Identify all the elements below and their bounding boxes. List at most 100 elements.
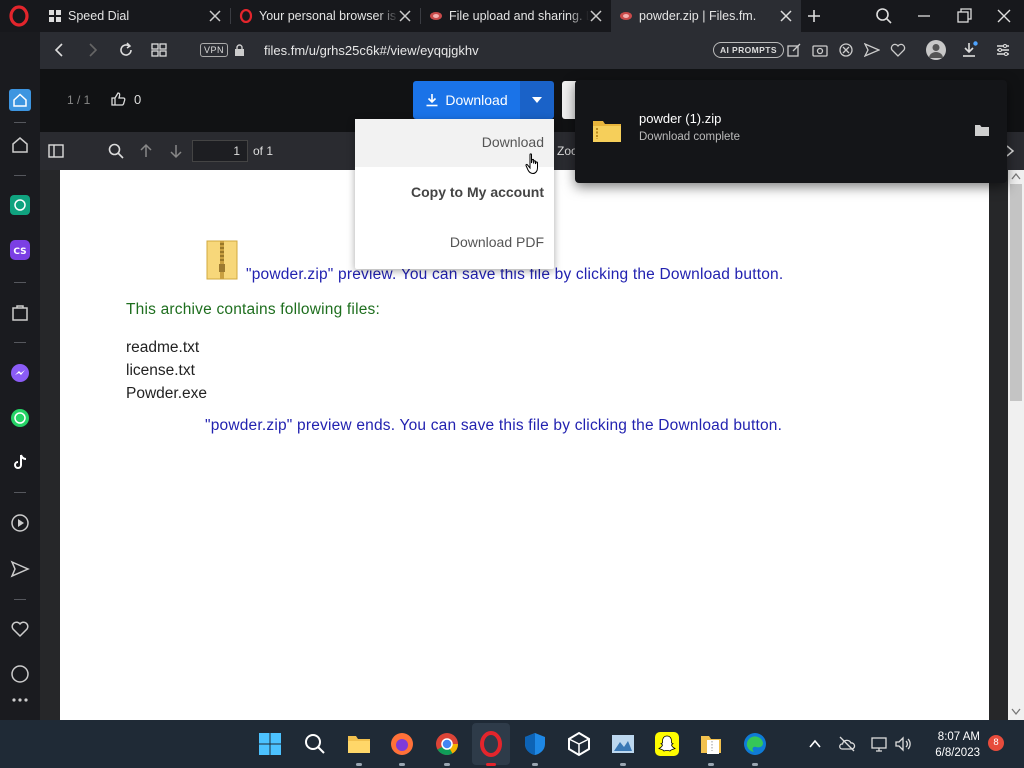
scroll-thumb[interactable] — [1010, 184, 1022, 401]
tab-powder-zip[interactable]: powder.zip | Files.fm. — [611, 0, 801, 32]
notification-badge[interactable]: 8 — [988, 735, 1004, 751]
more-options-icon[interactable] — [10, 690, 30, 710]
chatsonic-icon[interactable]: CS — [10, 240, 30, 260]
lock-icon[interactable] — [234, 44, 245, 57]
camera-icon[interactable] — [812, 42, 828, 58]
page-number-input[interactable]: 1 — [192, 140, 248, 162]
sidebar: CS — [0, 32, 40, 720]
sidebar-toggle-icon[interactable] — [47, 142, 65, 160]
history-icon[interactable] — [10, 664, 30, 684]
tab-label: Speed Dial — [68, 9, 130, 23]
archive-title: This archive contains following files: — [126, 301, 380, 318]
open-folder-icon[interactable] — [974, 123, 990, 137]
downloads-icon[interactable] — [960, 41, 978, 59]
tab-opera-personal-browser[interactable]: Your personal browser is a — [231, 0, 420, 32]
windows-taskbar: 8:07 AM 6/8/2023 8 — [0, 720, 1024, 768]
send-icon[interactable] — [864, 42, 880, 58]
search-icon[interactable] — [302, 731, 328, 757]
volume-icon[interactable] — [894, 735, 912, 753]
firefox-icon[interactable] — [389, 731, 415, 757]
system-clock[interactable]: 8:07 AM 6/8/2023 — [922, 729, 980, 761]
snapchat-icon[interactable] — [654, 731, 680, 757]
chrome-icon[interactable] — [434, 731, 460, 757]
close-tab-icon[interactable] — [208, 9, 222, 23]
windows-start-icon[interactable] — [257, 731, 283, 757]
close-window-icon[interactable] — [994, 6, 1014, 26]
clock-date: 6/8/2023 — [935, 747, 980, 759]
speed-dial-icon — [49, 10, 61, 22]
likes-count: 0 — [134, 91, 142, 107]
cloud-offline-icon[interactable] — [838, 735, 856, 753]
image-viewer-icon[interactable] — [610, 731, 636, 757]
send-icon[interactable] — [10, 559, 30, 579]
download-button[interactable]: Download — [413, 81, 520, 119]
search-tabs-icon[interactable] — [874, 6, 894, 26]
messenger-icon[interactable] — [10, 363, 30, 383]
like-button[interactable]: 0 — [110, 91, 141, 107]
list-item: readme.txt — [126, 339, 200, 356]
opera-icon[interactable] — [478, 731, 504, 757]
tab-speed-dial[interactable]: Speed Dial — [40, 0, 230, 32]
whatsapp-icon[interactable] — [10, 408, 30, 428]
filesfm-icon — [620, 12, 632, 20]
url-field[interactable]: files.fm/u/grhs25c6k#/view/eyqqjgkhv — [264, 43, 479, 58]
document-scrollbar[interactable] — [1008, 170, 1024, 720]
preview-end-text: "powder.zip" preview ends. You can save … — [205, 417, 783, 434]
chevron-up-icon[interactable] — [806, 735, 824, 753]
tab-grid-icon[interactable] — [150, 41, 168, 59]
hand-cursor-icon — [525, 153, 538, 175]
scroll-down-icon[interactable] — [1011, 708, 1021, 716]
forward-icon[interactable] — [83, 41, 101, 59]
reload-icon[interactable] — [117, 41, 135, 59]
edit-icon[interactable] — [786, 42, 802, 58]
favorite-heart-icon[interactable] — [890, 42, 906, 58]
heart-icon[interactable] — [10, 619, 30, 639]
opera-icon — [239, 9, 253, 23]
defender-shield-icon[interactable] — [522, 731, 548, 757]
bookmarks-icon[interactable] — [10, 135, 30, 155]
edge-icon[interactable] — [742, 731, 768, 757]
player-icon[interactable] — [10, 513, 30, 533]
download-file-name[interactable]: powder (1).zip — [639, 111, 721, 126]
tiktok-icon[interactable] — [10, 452, 30, 472]
previous-page-icon[interactable] — [137, 142, 155, 160]
ai-prompts-button[interactable]: AI PROMPTS — [713, 42, 784, 58]
close-tab-icon[interactable] — [589, 9, 603, 23]
network-icon[interactable] — [870, 735, 888, 753]
menu-item-copy-to-account[interactable]: Copy to My account — [411, 184, 544, 200]
list-item: license.txt — [126, 362, 195, 379]
filesfm-icon — [430, 12, 442, 20]
download-complete-popup: powder (1).zip Download complete — [575, 80, 1007, 183]
minimize-icon[interactable] — [914, 6, 934, 26]
search-icon[interactable] — [107, 142, 125, 160]
adblock-icon[interactable] — [838, 42, 854, 58]
file-explorer-icon[interactable] — [346, 731, 372, 757]
address-bar: VPN files.fm/u/grhs25c6k#/view/eyqqjgkhv… — [40, 32, 1024, 69]
caret-down-icon — [532, 97, 542, 103]
tab-strip: Speed Dial Your personal browser is a Fi… — [0, 0, 1024, 32]
scroll-up-icon[interactable] — [1011, 172, 1021, 180]
file-list: readme.txt license.txt Powder.exe — [126, 336, 207, 405]
vpn-badge[interactable]: VPN — [200, 43, 229, 57]
menu-item-download-pdf[interactable]: Download PDF — [450, 234, 544, 250]
download-button-label: Download — [445, 92, 508, 108]
close-tab-icon[interactable] — [398, 9, 412, 23]
next-page-icon[interactable] — [167, 142, 185, 160]
zip-folder-icon[interactable] — [592, 117, 622, 143]
restore-icon[interactable] — [954, 6, 974, 26]
opera-logo-icon[interactable] — [8, 5, 30, 27]
unity-icon[interactable] — [566, 731, 592, 757]
download-options-toggle[interactable] — [520, 81, 554, 119]
tab-label: powder.zip | Files.fm. — [639, 9, 757, 23]
svg-text:CS: CS — [13, 247, 26, 257]
home-icon[interactable] — [9, 89, 31, 111]
file-explorer-zip-icon[interactable] — [698, 731, 724, 757]
back-icon[interactable] — [51, 41, 69, 59]
new-tab-icon[interactable] — [806, 8, 822, 24]
chatgpt-icon[interactable] — [10, 195, 30, 215]
shopping-bag-icon[interactable] — [10, 302, 30, 322]
tab-file-upload[interactable]: File upload and sharing. L — [421, 0, 611, 32]
easy-setup-icon[interactable] — [994, 41, 1012, 59]
close-tab-icon[interactable] — [779, 9, 793, 23]
profile-avatar-icon[interactable] — [926, 40, 946, 60]
